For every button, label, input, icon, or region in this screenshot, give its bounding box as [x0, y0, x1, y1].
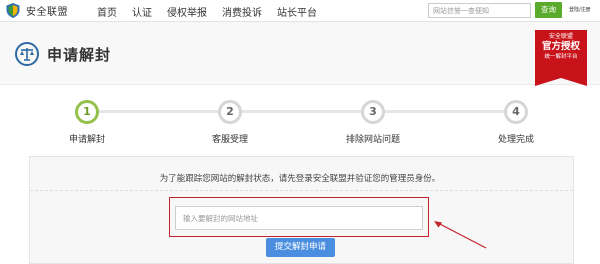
step-connector — [97, 110, 218, 113]
annotation-arrow-icon — [434, 221, 487, 249]
submit-unblock-button[interactable]: 提交解封申请 — [266, 238, 335, 257]
step-connector — [384, 110, 505, 113]
nav-item-webmaster-platform[interactable]: 站长平台 — [277, 4, 317, 19]
shield-logo-icon — [6, 3, 20, 18]
login-notice: 为了能跟踪您网站的解封状态，请先登录安全联盟并验证您的管理员身份。 — [159, 174, 441, 184]
panel-divider — [30, 190, 573, 191]
step-2-circle: 2 — [218, 100, 242, 124]
nav-item-home[interactable]: 首页 — [97, 4, 117, 19]
site-logo[interactable]: 安全联盟 — [6, 3, 68, 18]
step-2-label: 客服受理 — [212, 135, 249, 145]
search-button[interactable]: 查询 — [535, 2, 562, 18]
login-register-link[interactable]: 登陆/注册 — [569, 6, 591, 13]
nav-item-infringement-report[interactable]: 侵权举报 — [167, 4, 207, 19]
step-1-circle: 1 — [75, 100, 99, 124]
badge-top-text: 安全联盟 — [548, 33, 573, 40]
official-authorization-badge: 安全联盟 官方授权 统一解封平台 — [535, 30, 587, 86]
site-search-input[interactable]: 网站信誉一查便知 — [428, 3, 531, 18]
nav-item-certification[interactable]: 认证 — [132, 4, 152, 19]
badge-bottom-text: 统一解封平台 — [544, 54, 578, 60]
website-url-input[interactable]: 输入要解封的网站地址 — [175, 206, 423, 230]
page-title: 申请解封 — [47, 46, 112, 64]
step-1-label: 申请解封 — [69, 135, 106, 145]
step-4-circle: 4 — [504, 100, 528, 124]
scales-icon — [15, 42, 39, 66]
badge-main-text: 官方授权 — [541, 41, 580, 52]
nav-item-consumer-complaint[interactable]: 消费投诉 — [222, 4, 262, 19]
step-3-circle: 3 — [361, 100, 385, 124]
step-connector — [240, 110, 362, 113]
logo-text: 安全联盟 — [26, 7, 68, 18]
top-navigation-bar: 安全联盟 首页 认证 侵权举报 消费投诉 站长平台 网站信誉一查便知 查询 登陆… — [0, 0, 600, 22]
step-4-label: 处理完成 — [498, 135, 535, 145]
step-3-label: 排除网站问题 — [346, 135, 401, 145]
main-nav: 首页 认证 侵权举报 消费投诉 站长平台 — [97, 4, 332, 19]
